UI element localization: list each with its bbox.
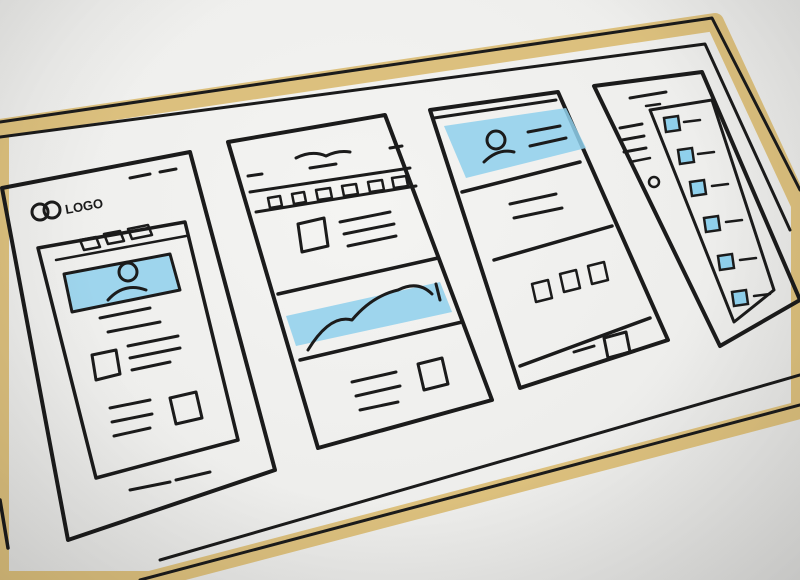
- mockup-panel-3: [428, 90, 670, 390]
- sketch-drawing: LOGO: [0, 13, 800, 580]
- mockup-panel-1: LOGO: [0, 150, 277, 542]
- logo-text: LOGO: [64, 196, 104, 217]
- sketch-photo: LOGO: [0, 0, 800, 580]
- mockup-panel-2: [226, 113, 494, 450]
- mockup-panel-4: [592, 70, 800, 348]
